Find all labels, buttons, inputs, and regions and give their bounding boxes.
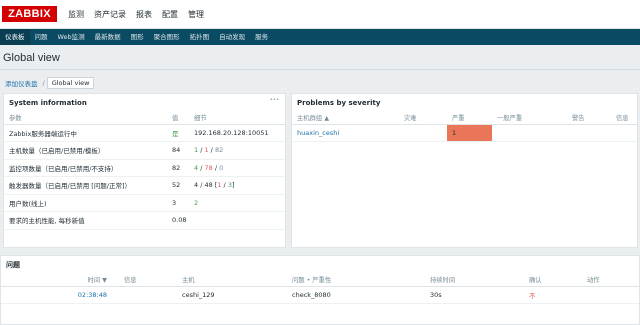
param-cell: 要求的主机性能, 每秒新值 [4,211,167,230]
column-header-high: 严重 [447,112,492,125]
widget-header: 问题 [1,256,639,274]
column-header-value: 值 [167,112,189,125]
widget-title: 问题 [6,261,20,269]
column-header-average: 一般严重 [492,112,567,125]
problem-ack-link[interactable]: 不 [524,286,582,304]
problem-host[interactable]: ceshi_129 [177,286,287,304]
detail-cell: 2 [189,194,285,212]
table-row: Zabbix服务器端运行中 是 192.168.20.128:10051 [4,124,285,142]
table-row: 监控项数量（已启用/已禁用/不支持） 82 4 / 78 / 0 [4,159,285,177]
sub-menu-latest-data[interactable]: 最新数据 [90,29,126,45]
warning-cell [567,124,611,142]
table-row: 要求的主机性能, 每秒新值 0.08 [4,211,285,230]
param-cell: 用户数(线上) [4,194,167,212]
table-row: 主机数量（已启用/已禁用/模板） 84 1 / 1 / 82 [4,141,285,160]
sub-menu-dashboard[interactable]: 仪表板 [0,29,30,45]
sub-menu: 仪表板 问题 Web监测 最新数据 图形 聚合图形 拓扑图 自动发现 服务 [0,29,640,45]
table-header-row: 时间 ▼ 信息 主机 问题 • 严重性 持续时间 确认 动作 [1,274,639,287]
detail-cell: 1 / 1 / 82 [189,141,285,160]
more-options-icon[interactable]: ··· [270,94,279,106]
top-navigation: ZABBIX 监测 资产记录 报表 配置 管理 [0,0,640,29]
param-cell: 监控项数量（已启用/已禁用/不支持） [4,159,167,177]
column-header-warning: 警告 [567,112,611,125]
info-cell [611,124,637,142]
widget-title: System information [9,99,87,107]
widget-title: Problems by severity [297,99,381,107]
header-divider [0,69,640,70]
table-row: 用户数(线上) 3 2 [4,194,285,212]
problems-table: 时间 ▼ 信息 主机 问题 • 严重性 持续时间 确认 动作 02:38:48 … [1,274,639,304]
column-header-info: 信息 [119,274,177,287]
system-information-widget: System information ··· 参数 值 细节 Zabbix服务器… [3,93,286,248]
main-menu-configuration[interactable]: 配置 [157,0,183,29]
detail-cell: 4 / 48 [1 / 3] [189,176,285,195]
sub-menu-screens[interactable]: 聚合图形 [149,29,185,45]
widget-header: System information ··· [4,94,285,112]
page-title: Global view [3,52,60,64]
sub-menu-discovery[interactable]: 自动发现 [214,29,250,45]
disaster-cell [399,124,447,142]
main-menu: 监测 资产记录 报表 配置 管理 [63,0,209,29]
detail-unsupported: 0 [219,163,224,172]
value-cell: 3 [167,194,189,212]
table-row: 触发器数量（已启用/已禁用 [问题/正常]） 52 4 / 48 [1 / 3] [4,176,285,195]
sub-menu-problems[interactable]: 问题 [30,29,53,45]
sub-menu-graphs[interactable]: 图形 [126,29,149,45]
system-information-table: 参数 值 细节 Zabbix服务器端运行中 是 192.168.20.128:1… [4,112,285,230]
table-header-row: 主机群组 ▲ 灾难 严重 一般严重 警告 信息 [292,112,637,125]
column-header-actions: 动作 [582,274,639,287]
main-menu-inventory[interactable]: 资产记录 [89,0,131,29]
detail-enabled-disabled: 4 / 48 [ [194,181,218,190]
column-header-detail: 细节 [189,112,285,125]
value-cell: 是 [167,124,189,142]
table-row: huaxin_ceshi 1 [292,124,637,142]
main-menu-administration[interactable]: 管理 [183,0,209,29]
value-cell: 52 [167,176,189,195]
problem-actions-cell [582,286,639,304]
value-cell: 82 [167,159,189,177]
detail-cell: 4 / 78 / 0 [189,159,285,177]
column-header-ack: 确认 [524,274,582,287]
detail-templates: 82 [214,146,224,155]
problems-by-severity-widget: Problems by severity 主机群组 ▲ 灾难 严重 一般严重 警… [291,93,638,248]
detail-cell: 192.168.20.128:10051 [189,124,285,142]
breadcrumb-dashboards[interactable]: 添加仪表盘 [2,78,41,88]
problems-widget: 问题 时间 ▼ 信息 主机 问题 • 严重性 持续时间 确认 动作 02:38:… [0,255,640,325]
breadcrumb-current[interactable]: Global view [46,77,95,89]
main-menu-reports[interactable]: 报表 [131,0,157,29]
column-header-info: 信息 [611,112,637,125]
zabbix-logo[interactable]: ZABBIX [2,6,57,22]
table-row: 02:38:48 ceshi_129 check_8080 30s 不 [1,286,639,304]
param-cell: Zabbix服务器端运行中 [4,124,167,142]
column-header-problem: 问题 • 严重性 [287,274,425,287]
detail-bracket: ] [231,181,235,190]
sub-menu-services[interactable]: 服务 [250,29,273,45]
sub-menu-maps[interactable]: 拓扑图 [185,29,215,45]
column-header-disaster: 灾难 [399,112,447,125]
value-cell: 84 [167,141,189,160]
breadcrumb: 添加仪表盘 / Global view [2,77,95,89]
average-cell [492,124,567,142]
detail-disabled: 78 [204,163,213,172]
param-cell: 触发器数量（已启用/已禁用 [问题/正常]） [4,176,167,195]
param-cell: 主机数量（已启用/已禁用/模板） [4,141,167,160]
problems-by-severity-table: 主机群组 ▲ 灾难 严重 一般严重 警告 信息 huaxin_ceshi 1 [292,112,637,142]
problem-time-link[interactable]: 02:38:48 [1,286,119,304]
problem-duration: 30s [425,286,524,304]
value-cell: 0.08 [167,211,189,230]
problem-name[interactable]: check_8080 [287,286,425,304]
column-header-host-group[interactable]: 主机群组 ▲ [292,112,399,125]
column-header-param: 参数 [4,112,167,125]
high-severity-cell[interactable]: 1 [447,124,492,142]
widget-header: Problems by severity [292,94,637,112]
host-group-link[interactable]: huaxin_ceshi [292,124,399,142]
sub-menu-web[interactable]: Web监测 [53,29,90,45]
detail-cell [189,211,285,230]
problem-info-cell [119,286,177,304]
main-menu-monitoring[interactable]: 监测 [63,0,89,29]
column-header-time[interactable]: 时间 ▼ [1,274,119,287]
table-header-row: 参数 值 细节 [4,112,285,125]
column-header-host: 主机 [177,274,287,287]
column-header-duration: 持续时间 [425,274,524,287]
